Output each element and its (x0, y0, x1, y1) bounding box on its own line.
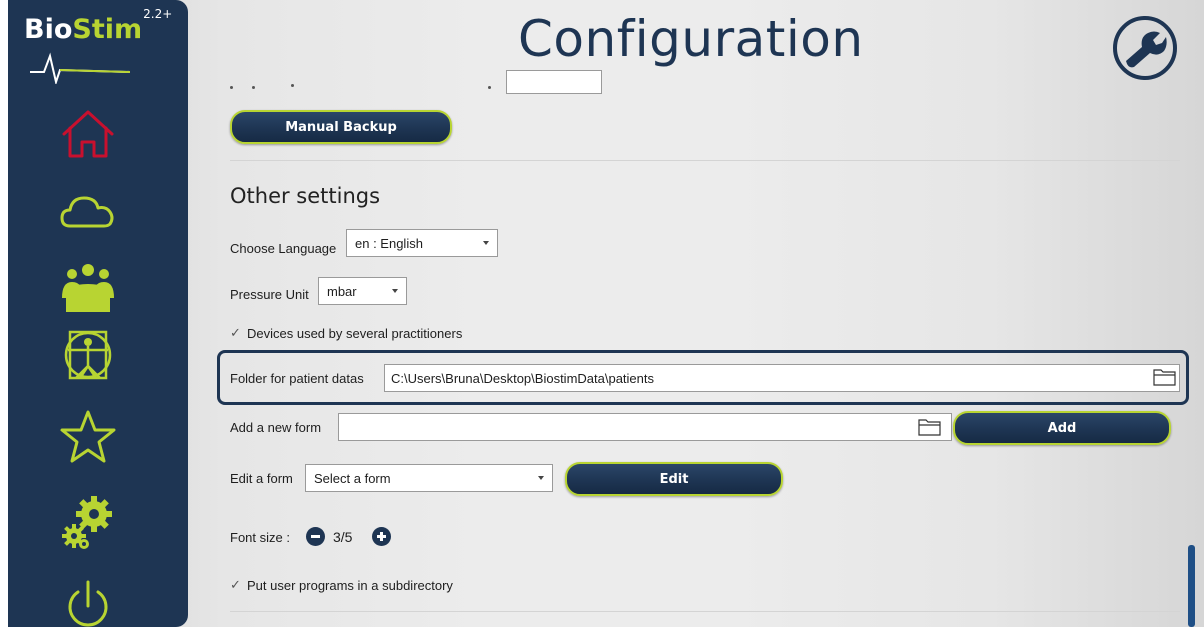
wrench-icon (1113, 16, 1177, 80)
star-icon (60, 410, 116, 463)
patient-folder-label: Folder for patient datas (230, 371, 364, 386)
add-form-button[interactable]: Add (953, 411, 1171, 445)
several-practitioners-label: Devices used by several practitioners (247, 325, 463, 341)
language-label: Choose Language (230, 241, 337, 256)
edit-form-label: Edit a form (230, 471, 293, 486)
subdirectory-label: Put user programs in a subdirectory (247, 577, 453, 593)
sidebar: BioStim2.2+ (8, 0, 188, 627)
manual-backup-button[interactable]: Manual Backup (230, 110, 452, 144)
app-version: 2.2+ (143, 7, 173, 21)
other-settings-title: Other settings (230, 184, 381, 208)
chevron-down-icon (538, 476, 544, 480)
tools-button[interactable] (1112, 15, 1178, 81)
sidebar-item-power[interactable] (56, 576, 120, 627)
logo-wave-icon (30, 52, 130, 84)
section-divider (230, 611, 1180, 612)
edit-form-select[interactable]: Select a form (305, 464, 553, 492)
sidebar-item-anatomy[interactable] (56, 322, 120, 382)
page-title: Configuration (518, 10, 864, 68)
language-select[interactable]: en : English (346, 229, 498, 257)
section-divider (230, 160, 1180, 161)
language-select-value: en : English (355, 235, 423, 251)
home-icon (62, 110, 114, 158)
new-form-input[interactable] (338, 413, 952, 441)
font-size-increase-button[interactable] (372, 527, 391, 546)
app-window: BioStim2.2+ Configuration Manual Backup … (8, 0, 1204, 627)
subdirectory-checkbox[interactable]: ✓ Put user programs in a subdirectory (230, 577, 453, 593)
pressure-unit-value: mbar (327, 283, 357, 299)
users-icon (62, 264, 114, 312)
vertical-scrollbar[interactable] (1188, 545, 1195, 627)
gears-icon (62, 496, 112, 549)
new-form-label: Add a new form (230, 420, 322, 435)
pressure-unit-label: Pressure Unit (230, 287, 309, 302)
partial-settings-row (230, 70, 630, 96)
font-size-value: 3/5 (333, 529, 353, 545)
logo-text-stim: Stim (72, 14, 143, 45)
checkmark-icon: ✓ (230, 325, 241, 340)
patient-folder-value: C:\Users\Bruna\Desktop\BiostimData\patie… (391, 370, 654, 386)
chevron-down-icon (392, 289, 398, 293)
edit-form-button[interactable]: Edit (565, 462, 783, 496)
power-icon (68, 580, 108, 627)
chevron-down-icon (483, 241, 489, 245)
checkmark-icon: ✓ (230, 577, 241, 592)
folder-icon[interactable] (918, 417, 942, 437)
edit-form-select-value: Select a form (314, 470, 391, 486)
font-size-label: Font size : (230, 530, 290, 545)
sidebar-item-settings[interactable] (56, 486, 120, 549)
font-size-decrease-button[interactable] (306, 527, 325, 546)
vitruvian-man-icon (64, 330, 112, 380)
sidebar-item-home[interactable] (56, 104, 120, 164)
sidebar-item-favorites[interactable] (56, 406, 120, 466)
patient-folder-input[interactable]: C:\Users\Bruna\Desktop\BiostimData\patie… (384, 364, 1180, 392)
pressure-unit-select[interactable]: mbar (318, 277, 407, 305)
logo-text-bio: Bio (24, 14, 73, 45)
partial-input[interactable] (506, 70, 602, 94)
sidebar-item-cloud[interactable] (56, 182, 120, 242)
cloud-icon (60, 196, 114, 228)
several-practitioners-checkbox[interactable]: ✓ Devices used by several practitioners (230, 325, 462, 341)
sidebar-item-patients[interactable] (56, 260, 120, 320)
app-logo: BioStim2.2+ (24, 7, 172, 45)
folder-icon[interactable] (1153, 367, 1177, 387)
